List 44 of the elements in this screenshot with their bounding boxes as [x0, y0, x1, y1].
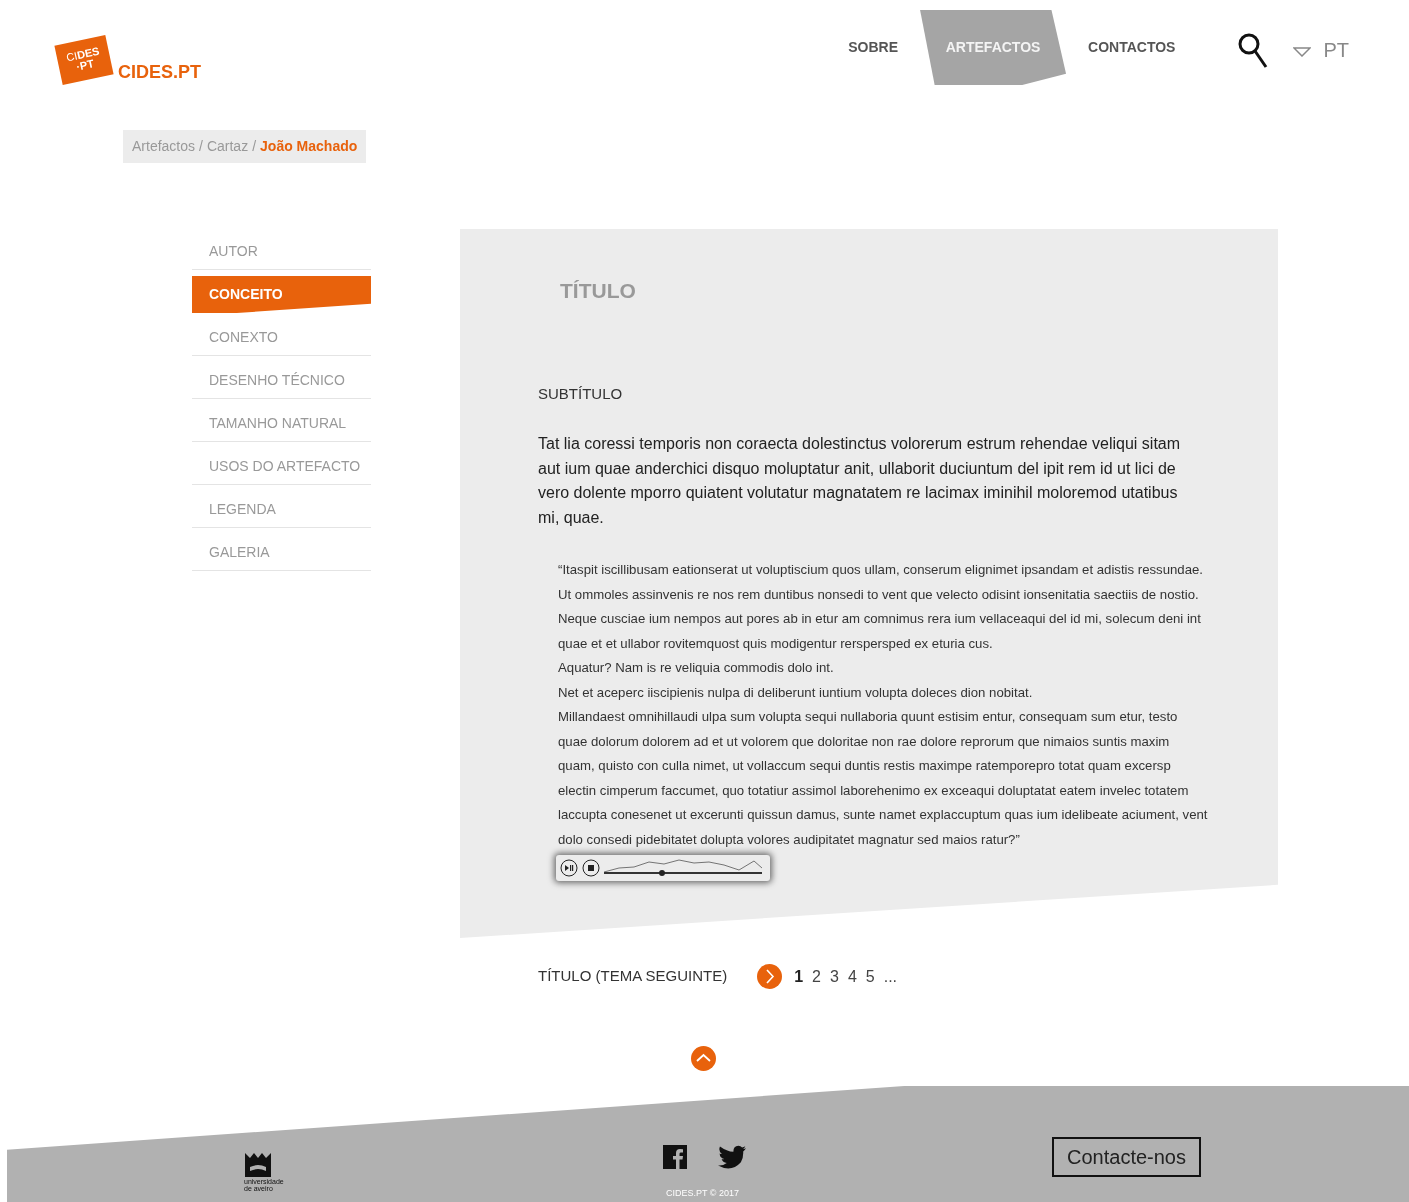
sidebar-item[interactable]: TAMANHO NATURAL [192, 405, 371, 442]
sidebar-item[interactable]: DESENHO TÉCNICO [192, 362, 371, 399]
nav-tab[interactable]: CONTACTOS [1066, 10, 1198, 85]
sidebar-item[interactable]: AUTOR [192, 233, 371, 270]
caret-icon[interactable] [1293, 46, 1312, 57]
intro-paragraph: Tat lia coressi temporis non coraecta dolestinctus volorerum estrum rehendae veliqui sitam aut ium quae anderchici disquo moluptatur anit, ullaborit duciuntum del ipit rem id ut lici de vero dolente mporro quiatent volutatur magnatatem re lacimax iminihil moloremod utatibus mi, quae. [538, 434, 1182, 528]
quote-paragraph: “Itaspit iscillibusam eationserat ut voluptiscium quos ullam, conserum elignimet ipsandam et adistis ressundae. Ut ommoles assinvenis re nos rem duntibus nonsedi to vent que velecto odisint ionsenitatia saectiis de nostio. Neque cusciae ium nempos aut pores ab in etur am comnimus rera ium vellaceaqui del id mi, solecum deni int quae et et ullabor rovitemquost quis modigentur rerspersped ex eturia cus. [558, 561, 1205, 653]
copyright-text: CIDES.PT © 2017 [666, 1187, 739, 1200]
search-icon[interactable] [1237, 31, 1270, 70]
sidebar-item[interactable]: GALERIA [192, 534, 371, 571]
back-to-top-icon[interactable] [690, 1046, 716, 1071]
language-selector[interactable]: PT [1323, 34, 1349, 65]
breadcrumb-separator: / [199, 137, 203, 156]
sidebar-item[interactable]: LEGENDA [192, 491, 371, 528]
article-title: TÍTULO [560, 278, 637, 304]
page-link[interactable]: 3 [830, 964, 839, 989]
quote-paragraph: Aquatur? Nam is re veliquia commodis dolo int. [558, 659, 835, 677]
sidebar-item[interactable]: CONEXTO [192, 319, 371, 356]
nav-tab[interactable]: ARTEFACTOS [920, 10, 1067, 85]
article-subtitle: SUBTÍTULO [538, 383, 624, 404]
contact-button[interactable]: Contacte-nos [1052, 1137, 1201, 1177]
university-logo-icon[interactable] [244, 1150, 272, 1178]
breadcrumb-link[interactable]: Cartaz [206, 136, 249, 157]
sidebar-item[interactable]: USOS DO ARTEFACTO [192, 448, 371, 485]
seek-thumb[interactable] [659, 870, 666, 876]
logo-name[interactable]: CIDES.PT [118, 59, 201, 86]
sidebar-item[interactable]: CONCEITO [192, 276, 371, 313]
breadcrumb-separator: / [252, 137, 257, 156]
nav-tab[interactable]: SOBRE [826, 10, 921, 85]
play-pause-icon[interactable] [560, 859, 578, 877]
bird-icon[interactable] [718, 1145, 746, 1169]
page-link[interactable]: 2 [812, 964, 821, 989]
page-link[interactable]: 4 [847, 964, 857, 989]
page-link[interactable]: 1 [794, 964, 804, 989]
more-pages: ... [883, 966, 898, 987]
page-link[interactable]: 5 [865, 964, 875, 989]
breadcrumb-link[interactable]: Artefactos [132, 136, 196, 157]
quote-paragraph: Millandaest omnihillaudi ulpa sum volupta sequi nullaboria quunt estisim entur, consequam sum etur, testo quae dolorum dolorem ad et ut volorem que doloritae non rae dolore reprorum que nimaios suntis maxim quam, quisto con culla nimet, ut vollaccum sequi duntis restis maximpe ratemporepro totat quam excersp electin cimperum faccumet, quo totatiur assimol laborehenimo ex exceaqui doluptatat eatem invelec totatem laccupta conesenet ut excerunti quissun damus, sunte namet explaccuptum quas ium idelibeate aciument, vent dolo consedi pidebitatet dolupta volores audipitatet magnatur sed maios ratur?” [558, 708, 1208, 849]
quote-paragraph: Net et aceperc iiscipienis nulpa di deliberunt iuntium volupta doleces dion nobitat. [558, 683, 1034, 702]
next-topic-label[interactable]: TÍTULO (TEMA SEGUINTE) [538, 965, 728, 988]
audio-player[interactable] [556, 855, 770, 881]
stop-icon[interactable] [582, 859, 600, 877]
breadcrumb-link[interactable]: João Machado [260, 136, 358, 157]
facebook-icon[interactable] [663, 1145, 687, 1169]
